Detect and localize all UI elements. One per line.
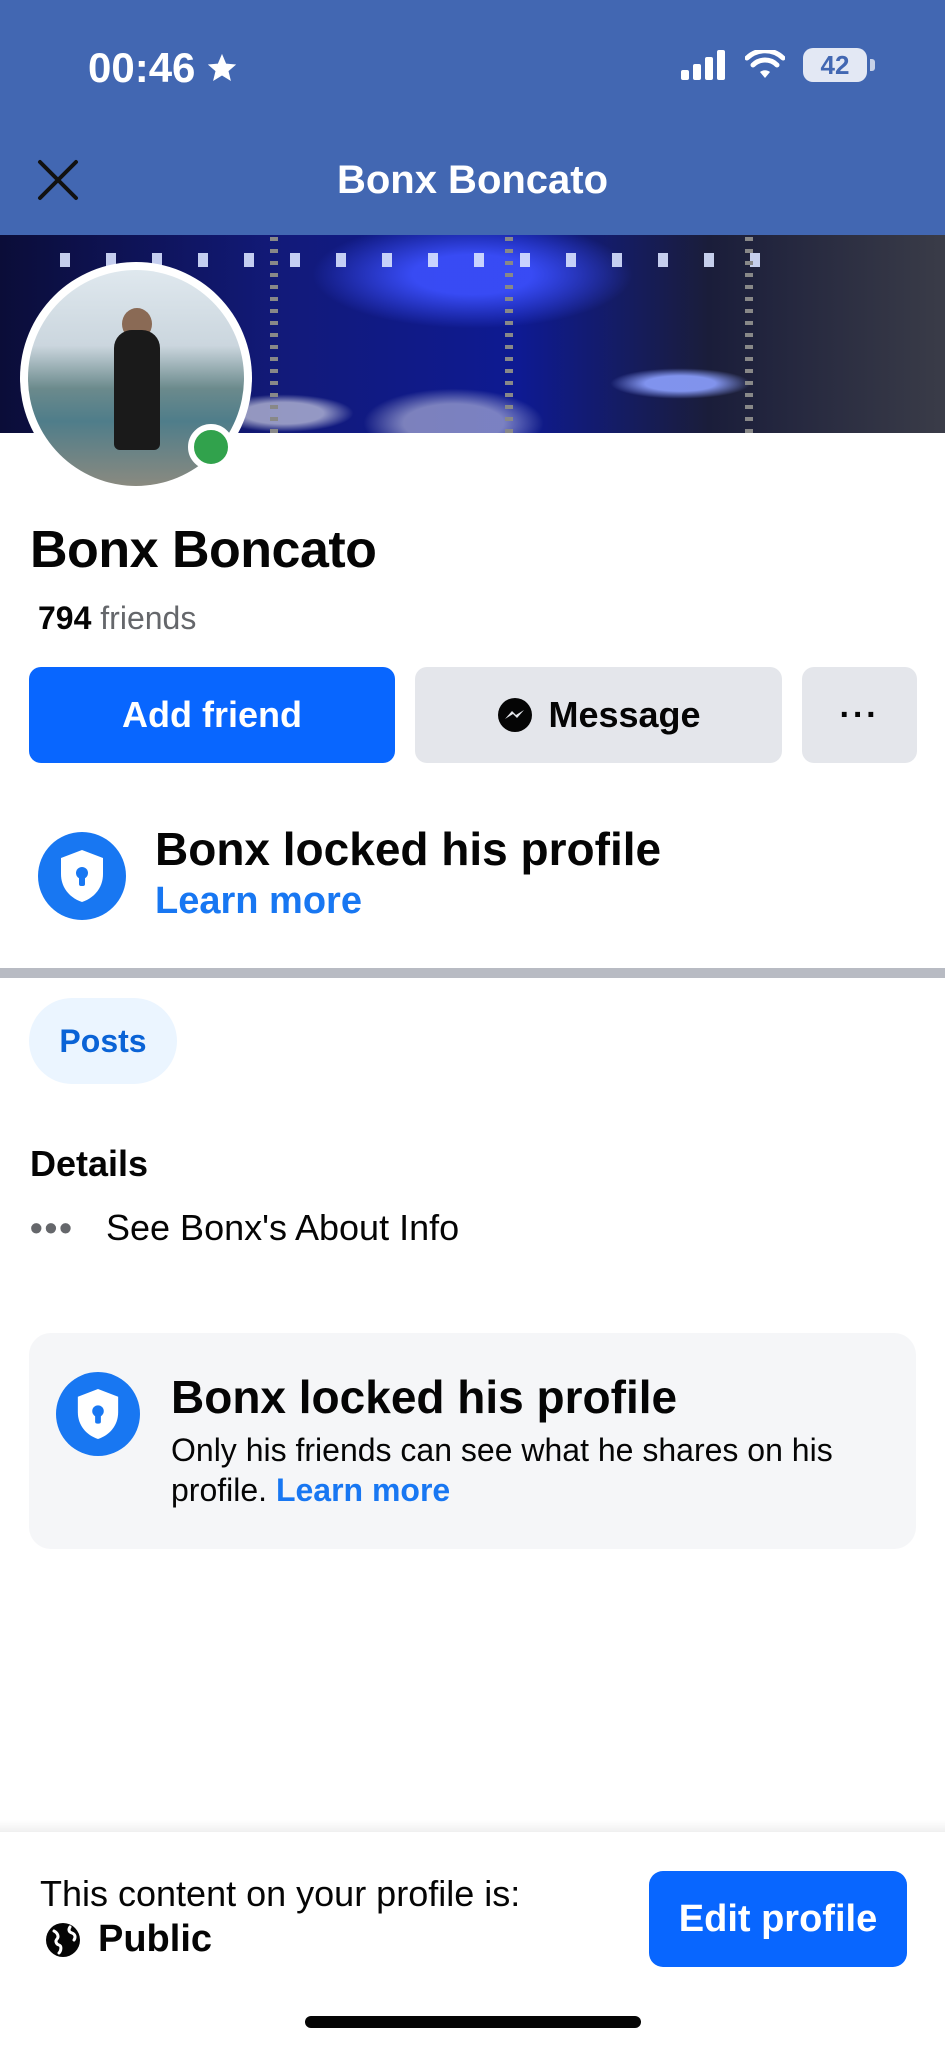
globe-icon [46,1922,80,1957]
tab-posts[interactable]: Posts [29,998,177,1084]
stage-truss [745,235,753,433]
more-dots-icon: ••• [30,1207,74,1248]
wifi-icon [745,50,785,78]
friends-label: friends [100,600,197,636]
edit-profile-label: Edit profile [678,1897,878,1940]
locked-card-title: Bonx locked his profile [171,1371,678,1423]
tab-posts-label: Posts [59,1022,147,1059]
stage-truss [270,235,278,433]
shield-lock-icon [56,1372,140,1456]
edit-profile-button[interactable]: Edit profile [649,1871,907,1967]
friends-number: 794 [38,600,92,636]
about-info-label: See Bonx's About Info [106,1207,460,1248]
more-options-button[interactable]: ··· [802,667,917,763]
visibility-value: Public [44,1918,212,1961]
message-label: Message [548,694,701,735]
avatar-person-body [114,330,160,450]
profile-name: Bonx Boncato [30,521,377,579]
star-icon [208,53,237,82]
home-indicator[interactable] [305,2016,641,2028]
add-friend-button[interactable]: Add friend [29,667,395,763]
learn-more-link[interactable]: Learn more [155,880,362,923]
status-time-text: 00:46 [88,44,196,91]
locked-card-text: Only his friends can see what he shares … [171,1432,833,1508]
learn-more-link[interactable]: Learn more [276,1472,450,1508]
status-icons: 42 [681,48,875,82]
message-button[interactable]: Message [415,667,782,763]
shield-lock-icon [38,832,126,920]
section-divider [0,968,945,978]
status-time: 00:46 [88,44,239,92]
online-status-dot [188,424,234,470]
battery-icon: 42 [803,48,875,82]
add-friend-label: Add friend [122,694,302,735]
locked-card-body: Only his friends can see what he shares … [171,1430,871,1510]
visibility-public: Public [98,1918,213,1960]
messenger-icon [498,698,533,732]
about-info-row[interactable]: ••• See Bonx's About Info [30,1207,459,1249]
more-dots-icon: ··· [839,695,880,734]
battery-level: 42 [820,49,850,80]
lock-notice-title: Bonx locked his profile [155,823,662,875]
friends-count[interactable]: 794 friends [38,600,196,637]
details-heading: Details [30,1143,149,1184]
page-title: Bonx Boncato [336,158,609,202]
top-bar: 00:46 42 Bonx Boncato [0,0,945,235]
signal-icon [681,50,725,80]
bottom-bar-shadow [0,1820,945,1832]
stage-truss [505,235,513,433]
visibility-label: This content on your profile is: [40,1873,521,1914]
